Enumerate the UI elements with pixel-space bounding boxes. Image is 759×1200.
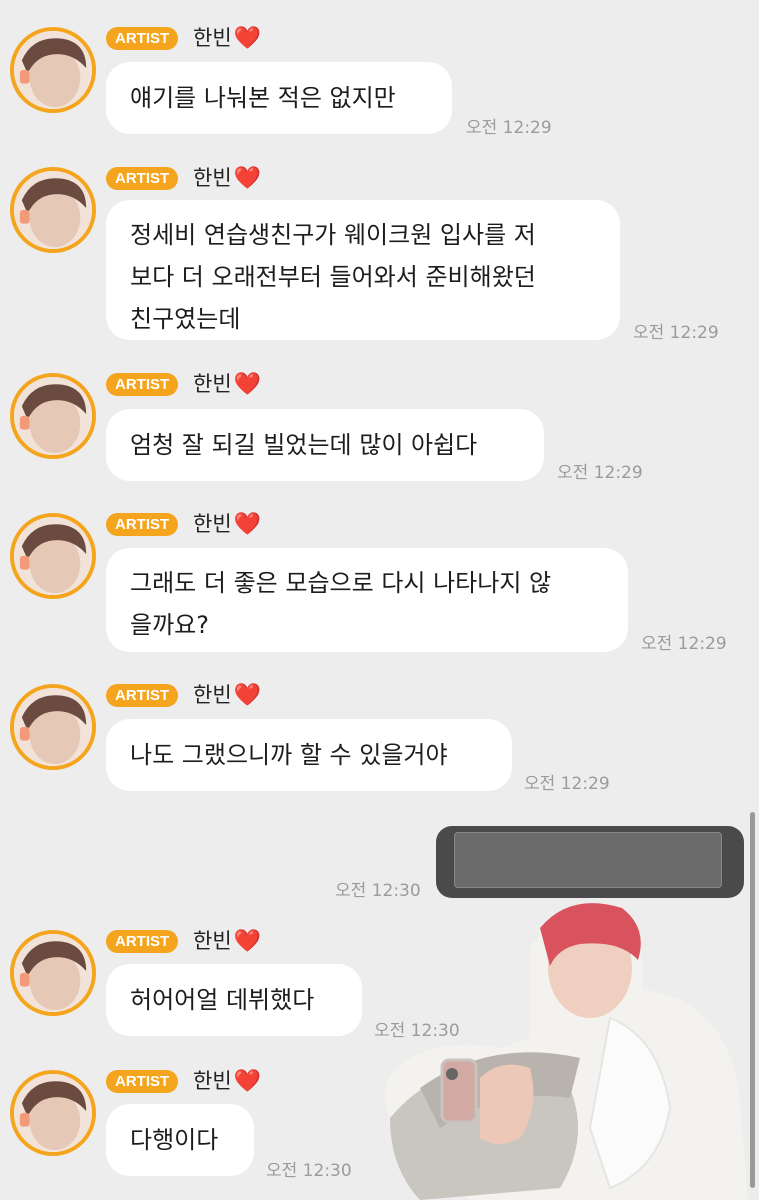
message-bubble[interactable]: 다행이다 xyxy=(106,1104,254,1176)
message-time: 오전 12:29 xyxy=(633,323,719,343)
sender-name-text: 한빈 xyxy=(193,372,232,396)
artist-badge: ARTIST xyxy=(106,930,179,953)
sender-name: 한빈❤️ xyxy=(193,682,261,709)
sender-name: 한빈❤️ xyxy=(193,511,261,538)
message-line: 그래도 더 좋은 모습으로 다시 나타나지 않 xyxy=(130,569,552,597)
message-time: 오전 12:29 xyxy=(557,463,643,483)
message-bubble[interactable]: 나도 그랬으니까 할 수 있을거야 xyxy=(106,719,512,791)
sender-name: 한빈❤️ xyxy=(193,165,261,192)
message-bubble[interactable]: 정세비 연습생친구가 웨이크원 입사를 저 보다 더 오래전부터 들어와서 준비… xyxy=(106,200,620,340)
artist-badge: ARTIST xyxy=(106,167,179,190)
sticker-image xyxy=(380,888,748,1200)
sender-name: 한빈❤️ xyxy=(193,1068,261,1095)
message-bubble[interactable]: 엄청 잘 되길 빌었는데 많이 아쉽다 xyxy=(106,409,544,481)
sender-name-text: 한빈 xyxy=(193,166,232,190)
message-text: 허어어얼 데뷔했다 xyxy=(130,986,315,1014)
message-line: 정세비 연습생친구가 웨이크원 입사를 저 xyxy=(130,221,536,249)
message-text: 그래도 더 좋은 모습으로 다시 나타나지 않 을까요? xyxy=(130,562,551,646)
message-text: 얘기를 나눠본 적은 없지만 xyxy=(130,84,396,112)
message-time: 오전 12:29 xyxy=(466,118,552,138)
artist-avatar[interactable] xyxy=(10,373,96,459)
message-bubble[interactable]: 허어어얼 데뷔했다 xyxy=(106,964,362,1036)
artist-avatar[interactable] xyxy=(10,167,96,253)
message-line: 을까요? xyxy=(130,611,209,639)
heart-icon: ❤️ xyxy=(233,512,262,537)
artist-avatar[interactable] xyxy=(10,1070,96,1156)
sender-name: 한빈❤️ xyxy=(193,25,261,52)
sender-name-text: 한빈 xyxy=(193,929,232,953)
artist-badge: ARTIST xyxy=(106,1070,179,1093)
message-bubble[interactable]: 그래도 더 좋은 모습으로 다시 나타나지 않 을까요? xyxy=(106,548,628,652)
artist-badge: ARTIST xyxy=(106,27,179,50)
sender-name-text: 한빈 xyxy=(193,683,232,707)
artist-avatar[interactable] xyxy=(10,27,96,113)
heart-icon: ❤️ xyxy=(233,26,262,51)
sender-name-text: 한빈 xyxy=(193,26,232,50)
heart-icon: ❤️ xyxy=(233,1069,262,1094)
message-text: 정세비 연습생친구가 웨이크원 입사를 저 보다 더 오래전부터 들어와서 준비… xyxy=(130,214,536,340)
artist-badge: ARTIST xyxy=(106,513,179,536)
message-time: 오전 12:29 xyxy=(524,774,610,794)
artist-avatar[interactable] xyxy=(10,684,96,770)
message-text: 나도 그랬으니까 할 수 있을거야 xyxy=(130,741,448,769)
message-line: 보다 더 오래전부터 들어와서 준비해왔던 xyxy=(130,263,536,291)
heart-icon: ❤️ xyxy=(233,929,262,954)
message-time: 오전 12:30 xyxy=(374,1021,460,1041)
message-time: 오전 12:29 xyxy=(641,634,727,654)
heart-icon: ❤️ xyxy=(233,372,262,397)
censored-overlay xyxy=(454,832,722,888)
message-time: 오전 12:30 xyxy=(266,1161,352,1181)
sender-name: 한빈❤️ xyxy=(193,371,261,398)
message-bubble[interactable]: 얘기를 나눠본 적은 없지만 xyxy=(106,62,452,134)
message-line: 친구였는데 xyxy=(130,305,241,333)
sender-name-text: 한빈 xyxy=(193,512,232,536)
heart-icon: ❤️ xyxy=(233,683,262,708)
heart-icon: ❤️ xyxy=(233,166,262,191)
sender-name-text: 한빈 xyxy=(193,1069,232,1093)
artist-badge: ARTIST xyxy=(106,684,179,707)
message-text: 다행이다 xyxy=(130,1126,219,1154)
artist-avatar[interactable] xyxy=(10,513,96,599)
scrollbar[interactable] xyxy=(750,812,755,1188)
artist-badge: ARTIST xyxy=(106,373,179,396)
sender-name: 한빈❤️ xyxy=(193,928,261,955)
message-text: 엄청 잘 되길 빌었는데 많이 아쉽다 xyxy=(130,431,478,459)
artist-avatar[interactable] xyxy=(10,930,96,1016)
